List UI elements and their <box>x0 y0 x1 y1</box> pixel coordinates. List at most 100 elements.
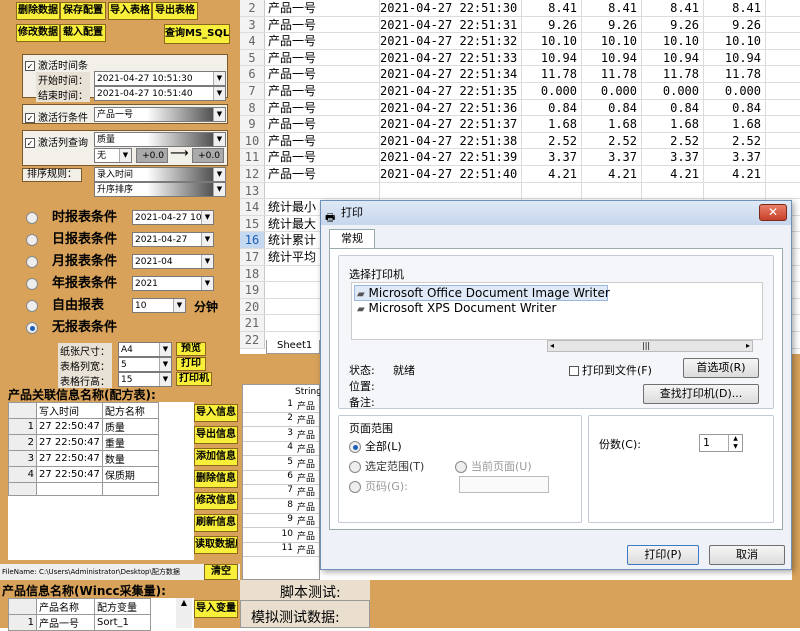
row-number[interactable]: 4 <box>240 33 265 49</box>
table-cell[interactable]: 4.21 <box>642 166 704 182</box>
table-cell[interactable]: 9.26 <box>642 16 704 33</box>
chevron-down-icon[interactable]: ▼ <box>201 233 213 246</box>
table-cell[interactable]: 8.41 <box>642 0 704 16</box>
table-cell[interactable]: 9.26 <box>522 16 582 33</box>
col-width-select[interactable]: 5 ▼ <box>118 357 172 372</box>
table-cell[interactable]: 3.37 <box>642 149 704 165</box>
table-row[interactable]: 11 产品 <box>243 543 319 557</box>
close-icon[interactable]: ✕ <box>759 204 787 221</box>
table-cell[interactable]: 0.000 <box>582 83 642 99</box>
table-cell[interactable] <box>380 182 522 199</box>
table-cell[interactable]: 产品一号 <box>268 66 380 82</box>
row-number[interactable]: 9 <box>240 116 265 132</box>
table-cell[interactable]: 11.78 <box>522 66 582 82</box>
table-cell[interactable]: 0.000 <box>642 83 704 99</box>
report-year-option[interactable]: 年报表条件 <box>26 274 117 294</box>
chevron-down-icon[interactable]: ▼ <box>213 133 225 146</box>
range-all-option[interactable]: 全部(L) <box>349 438 402 454</box>
save-config-button[interactable]: 保存配置 <box>60 2 106 20</box>
time-filter-toggle[interactable]: ✓ 激活时间条 <box>25 57 88 72</box>
spin-icon[interactable]: ▲ ▼ <box>728 435 742 451</box>
sort-field-select[interactable]: 录入时间 ▼ <box>94 167 226 182</box>
table-cell[interactable]: 10.10 <box>582 33 642 49</box>
table-cell[interactable]: 2021-04-27 22:51:36 <box>380 99 522 116</box>
row-number[interactable]: 20 <box>240 298 265 315</box>
chevron-down-icon[interactable]: ▼ <box>119 149 131 162</box>
chevron-down-icon[interactable]: ▼ <box>213 168 225 181</box>
table-row[interactable]: 7 产品一号 2021-04-27 22:51:35 0.000 0.000 0.000 0… <box>240 83 800 100</box>
table-cell[interactable]: 9.26 <box>582 16 642 33</box>
tab-general[interactable]: 常规 <box>329 229 375 249</box>
table-cell[interactable]: 1.68 <box>522 116 582 132</box>
preview-button[interactable]: 预览 <box>176 342 206 356</box>
table-row[interactable]: 4 产品 <box>243 442 319 457</box>
table-row[interactable]: 9 产品 <box>243 514 319 529</box>
table-cell[interactable]: 产品一号 <box>268 132 380 149</box>
table-cell[interactable]: 产品一号 <box>268 0 380 16</box>
table-row[interactable]: 3 产品一号 2021-04-27 22:51:31 9.26 9.26 9.26 9.26 <box>240 16 800 34</box>
sort-order-select[interactable]: 升序排序 ▼ <box>94 182 226 197</box>
table-cell[interactable]: 产品一号 <box>268 149 380 165</box>
row-number[interactable]: 17 <box>240 249 265 265</box>
row-number[interactable]: 14 <box>240 199 265 215</box>
query-ms-sql-button[interactable]: 查询MS_SQL <box>164 24 230 44</box>
table-cell[interactable] <box>522 182 582 199</box>
row-number[interactable]: 18 <box>240 265 265 282</box>
row-number[interactable]: 22 <box>240 332 265 348</box>
table-cell[interactable]: 产品一号 <box>268 116 380 132</box>
print-button[interactable]: 打印 <box>176 357 206 371</box>
start-time-input[interactable]: 2021-04-27 10:51:30 ▼ <box>94 71 226 86</box>
table-cell[interactable]: 0.84 <box>642 99 704 116</box>
report-free-option[interactable]: 自由报表 <box>26 296 104 316</box>
table-cell[interactable]: 产品一号 <box>268 33 380 49</box>
col-query-min-input[interactable]: +0.0 <box>136 148 168 163</box>
table-cell[interactable] <box>582 182 642 199</box>
chevron-down-icon[interactable]: ▼ <box>213 72 225 85</box>
copies-input[interactable]: 1 ▲ ▼ <box>699 434 743 452</box>
row-number[interactable]: 6 <box>240 66 265 82</box>
chevron-down-icon[interactable]: ▼ <box>201 255 213 268</box>
table-row[interactable]: 2 产品 <box>243 413 319 428</box>
table-cell[interactable]: 2021-04-27 22:51:30 <box>380 0 522 16</box>
table-cell[interactable]: 3.37 <box>522 149 582 165</box>
table-row[interactable]: 12 产品一号 2021-04-27 22:51:40 4.21 4.21 4.21 4.2… <box>240 166 800 183</box>
table-row[interactable] <box>8 482 159 496</box>
row-number[interactable]: 10 <box>240 132 265 149</box>
cancel-button[interactable]: 取消 <box>709 545 785 565</box>
col-query-max-input[interactable]: +0.0 <box>192 148 224 163</box>
chevron-down-icon[interactable]: ▼ <box>201 277 213 290</box>
table-cell[interactable]: 0.000 <box>522 83 582 99</box>
load-config-button[interactable]: 载入配置 <box>60 24 106 42</box>
table-cell[interactable]: 产品一号 <box>268 49 380 66</box>
clear-button[interactable]: 清空 <box>204 564 238 580</box>
table-cell[interactable]: 2.52 <box>582 132 642 149</box>
table-row[interactable]: 1 27 22:50:47 质量 <box>8 418 159 435</box>
table-row[interactable]: 6 产品一号 2021-04-27 22:51:34 11.78 11.78 11.78 1… <box>240 66 800 83</box>
table-cell[interactable] <box>704 182 766 199</box>
table-row[interactable]: 3 27 22:50:47 数量 <box>8 450 159 467</box>
printer-item-selected[interactable]: ▰ Microsoft Office Document Image Writer <box>354 285 610 301</box>
recipe-button[interactable]: 删除信息 <box>194 470 238 488</box>
table-cell[interactable] <box>642 182 704 199</box>
chevron-down-icon[interactable]: ▼ <box>201 211 213 224</box>
table-cell[interactable]: 0.84 <box>522 99 582 116</box>
row-number[interactable]: 12 <box>240 166 265 182</box>
table-row[interactable]: 2 产品一号 2021-04-27 22:51:30 8.41 8.41 8.41 8.41 <box>240 0 800 17</box>
recipe-button[interactable]: 读取数据库 <box>194 536 238 554</box>
table-cell[interactable]: 产品一号 <box>268 83 380 99</box>
printer-list[interactable]: ▰ Microsoft Office Document Image Writer… <box>351 282 763 340</box>
table-row[interactable]: 4 产品一号 2021-04-27 22:51:32 10.10 10.10 10.10 1… <box>240 33 800 50</box>
table-cell[interactable]: 10.94 <box>582 49 642 66</box>
recipe-button[interactable]: 添加信息 <box>194 448 238 466</box>
chevron-down-icon[interactable]: ▼ <box>159 358 171 371</box>
report-hour-option[interactable]: 时报表条件 <box>26 208 117 228</box>
row-number[interactable]: 3 <box>240 16 265 33</box>
table-row[interactable]: 5 产品 <box>243 457 319 471</box>
table-cell[interactable] <box>268 182 380 199</box>
printer-item[interactable]: ▰ Microsoft XPS Document Writer <box>354 301 556 317</box>
table-cell[interactable]: 11.78 <box>704 66 766 82</box>
preferences-button[interactable]: 首选项(R) <box>683 358 759 378</box>
row-height-select[interactable]: 15 ▼ <box>118 372 172 387</box>
printer-button[interactable]: 打印机 <box>176 372 212 386</box>
table-row[interactable]: 6 产品 <box>243 471 319 485</box>
